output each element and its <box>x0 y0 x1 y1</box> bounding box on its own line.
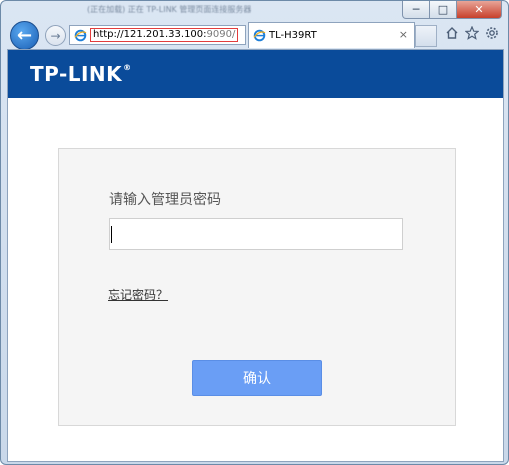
brand-header: TP-LINK® <box>8 50 503 98</box>
browser-tab[interactable]: TL-H39RT × <box>248 22 415 48</box>
title-bar: (正在加载) 正在 TP-LINK 管理页面连接服务器 ─ □ ✕ <box>1 1 508 21</box>
forward-button[interactable]: → <box>45 25 66 46</box>
forgot-password-link[interactable]: 忘记密码？ <box>108 286 168 303</box>
ie-page-icon <box>73 28 87 42</box>
new-tab-button[interactable] <box>415 25 437 47</box>
password-input[interactable] <box>109 218 403 250</box>
tp-link-logo: TP-LINK® <box>30 62 132 86</box>
window-title: (正在加载) 正在 TP-LINK 管理页面连接服务器 <box>87 5 252 14</box>
login-card: 请输入管理员密码 忘记密码？ 确认 <box>58 148 456 426</box>
page-viewport: TP-LINK® 请输入管理员密码 忘记密码？ 确认 <box>7 49 504 462</box>
browser-tools <box>444 25 500 41</box>
gear-icon[interactable] <box>484 25 500 41</box>
tab-title: TL-H39RT <box>269 30 317 41</box>
address-bar[interactable]: http://121.201.33.100:9090/ <box>69 25 246 45</box>
address-url[interactable]: http://121.201.33.100:9090/ <box>90 28 239 42</box>
address-url-port: 9090/ <box>206 29 236 40</box>
favorites-star-icon[interactable] <box>464 25 480 41</box>
address-url-host: http://121.201.33.100: <box>93 29 207 40</box>
minimize-button[interactable]: ─ <box>402 1 430 19</box>
home-icon[interactable] <box>444 25 460 41</box>
maximize-button[interactable]: □ <box>429 1 457 19</box>
logo-text: TP-LINK <box>30 62 123 86</box>
text-caret <box>111 226 112 243</box>
back-button[interactable]: ← <box>10 21 39 50</box>
logo-registered-mark: ® <box>123 63 132 72</box>
browser-toolbar: ← → http://121.201.33.100:9090/ TL-H39RT… <box>1 19 508 50</box>
window-controls: ─ □ ✕ <box>402 1 502 19</box>
tab-close-icon[interactable]: × <box>399 28 408 41</box>
close-window-button[interactable]: ✕ <box>456 1 502 19</box>
confirm-button[interactable]: 确认 <box>192 360 322 396</box>
browser-window: (正在加载) 正在 TP-LINK 管理页面连接服务器 ─ □ ✕ ← → ht… <box>0 0 509 465</box>
tab-ie-icon <box>252 29 266 43</box>
password-prompt-label: 请输入管理员密码 <box>109 192 221 208</box>
